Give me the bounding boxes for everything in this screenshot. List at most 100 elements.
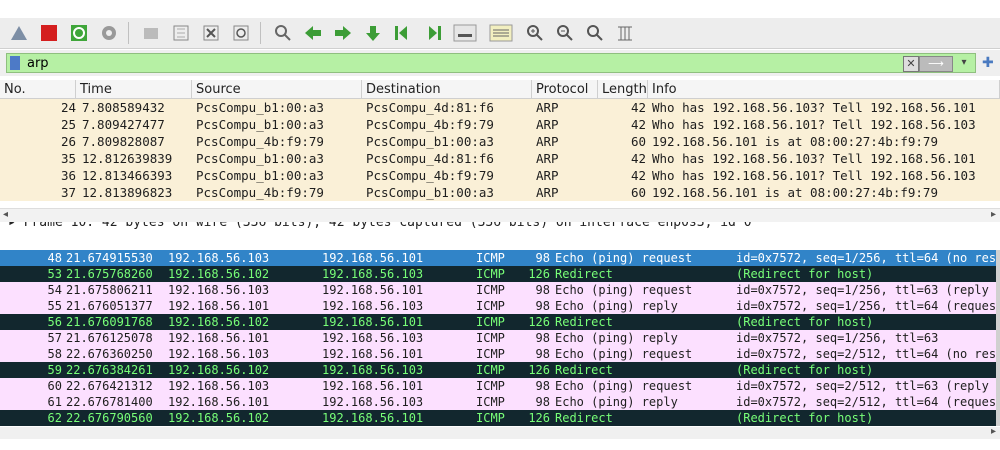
back-icon[interactable] <box>302 22 324 44</box>
open-icon[interactable] <box>140 22 162 44</box>
bookmark-icon[interactable] <box>10 56 20 70</box>
cell-src: PcsCompu_4b:f9:79 <box>196 185 324 200</box>
cell-src: 192.168.56.103 <box>168 283 270 297</box>
cell-info: id=0x7572, seq=1/256, ttl=63 <box>736 331 939 345</box>
table-row[interactable]: 25 7.809427477 PcsCompu_b1:00:a3 PcsCompu_4… <box>0 116 1000 133</box>
chevron-down-icon[interactable]: ▾ <box>957 56 971 70</box>
table-row[interactable]: 58 22.676360250 192.168.56.103 192.168.56.1… <box>0 346 1000 362</box>
cell-type: Redirect <box>555 411 613 425</box>
cell-info: id=0x7572, seq=2/512, ttl=64 (no res <box>736 347 997 361</box>
cell-type: Echo (ping) request <box>555 379 693 393</box>
close-file-icon[interactable] <box>200 22 222 44</box>
table-row[interactable]: 37 12.813896823 PcsCompu_4b:f9:79 PcsCompu_… <box>0 184 1000 201</box>
add-filter-button-icon[interactable]: ✚ <box>982 55 994 71</box>
cell-time: 12.813466393 <box>82 168 173 183</box>
column-header-no[interactable]: No. <box>0 80 76 99</box>
save-icon[interactable] <box>170 22 192 44</box>
cell-len: 60 <box>630 134 646 149</box>
frame-summary-line[interactable]: ▸ Frame 10: 42 bytes on wire (336 bits),… <box>8 222 752 230</box>
cell-type: Echo (ping) reply <box>555 331 678 345</box>
cell-info: Who has 192.168.56.103? Tell 192.168.56.… <box>652 100 976 115</box>
cell-proto: ARP <box>536 168 559 183</box>
options-icon[interactable] <box>98 22 120 44</box>
cell-len: 98 <box>535 395 550 409</box>
column-header-source[interactable]: Source <box>192 80 362 99</box>
shark-fin-icon[interactable] <box>8 22 30 44</box>
autoscroll-icon[interactable] <box>452 22 478 44</box>
table-row[interactable]: 54 21.675806211 192.168.56.103 192.168.56.1… <box>0 282 1000 298</box>
cell-src: 192.168.56.103 <box>168 251 270 265</box>
table-row[interactable]: 61 22.676781400 192.168.56.101 192.168.56.1… <box>0 394 1000 410</box>
cell-no: 24 <box>60 100 76 115</box>
apply-filter-icon[interactable]: ⟶ <box>919 56 953 72</box>
last-icon[interactable] <box>422 22 444 44</box>
table-row[interactable]: 56 21.676091768 192.168.56.102 192.168.56.1… <box>0 314 1000 330</box>
cell-info: (Redirect for host) <box>736 315 874 329</box>
zoom-normal-icon[interactable] <box>584 22 606 44</box>
table-row[interactable]: 60 22.676421312 192.168.56.103 192.168.56.1… <box>0 378 1000 394</box>
scroll-left-icon[interactable]: ◂ <box>3 209 8 220</box>
cell-info: 192.168.56.101 is at 08:00:27:4b:f9:79 <box>652 185 938 200</box>
table-row[interactable]: 53 21.675768260 192.168.56.102 192.168.56.1… <box>0 266 1000 282</box>
cell-info: (Redirect for host) <box>736 411 874 425</box>
vertical-scrollbar[interactable] <box>996 250 1000 426</box>
clear-filter-icon[interactable]: ✕ <box>903 56 919 72</box>
cell-src: 192.168.56.103 <box>168 347 270 361</box>
column-header-destination[interactable]: Destination <box>362 80 532 99</box>
cell-time: 7.808589432 <box>82 100 165 115</box>
table-row[interactable]: 35 12.812639839 PcsCompu_b1:00:a3 PcsCompu_… <box>0 150 1000 167</box>
table-row[interactable]: 55 21.676051377 192.168.56.101 192.168.56.1… <box>0 298 1000 314</box>
table-row[interactable]: 36 12.813466393 PcsCompu_b1:00:a3 PcsCompu_… <box>0 167 1000 184</box>
cell-dst: PcsCompu_4d:81:f6 <box>366 100 494 115</box>
display-filter-input[interactable] <box>27 54 887 72</box>
cell-time: 21.675768260 <box>66 267 153 281</box>
cell-no: 48 <box>47 251 62 265</box>
horizontal-scrollbar-bottom[interactable]: ▸ <box>0 426 1000 439</box>
cell-info: Who has 192.168.56.101? Tell 192.168.56.… <box>652 117 976 132</box>
scroll-right-icon[interactable]: ▸ <box>991 209 996 220</box>
cell-time: 12.812639839 <box>82 151 173 166</box>
main-toolbar <box>0 18 1000 49</box>
cell-time: 22.676384261 <box>66 363 153 377</box>
stop-icon[interactable] <box>38 22 60 44</box>
horizontal-scrollbar[interactable]: ◂ ▸ <box>0 208 1000 223</box>
cell-len: 98 <box>535 251 550 265</box>
zoom-in-icon[interactable] <box>524 22 546 44</box>
column-header-time[interactable]: Time <box>76 80 192 99</box>
table-row[interactable]: 57 21.676125078 192.168.56.101 192.168.56.1… <box>0 330 1000 346</box>
table-row[interactable]: 24 7.808589432 PcsCompu_b1:00:a3 PcsCompu_4… <box>0 99 1000 116</box>
cell-len: 42 <box>630 117 646 132</box>
column-header-info[interactable]: Info <box>648 80 1000 99</box>
table-row[interactable]: 59 22.676384261 192.168.56.102 192.168.56.1… <box>0 362 1000 378</box>
reload-icon[interactable] <box>230 22 252 44</box>
colorize-icon[interactable] <box>488 22 514 44</box>
cell-len: 42 <box>630 100 646 115</box>
cell-proto: ICMP <box>476 331 505 345</box>
column-header-protocol[interactable]: Protocol <box>532 80 598 99</box>
table-row[interactable]: 48 21.674915530 192.168.56.103 192.168.56.1… <box>0 250 1000 266</box>
cell-src: 192.168.56.101 <box>168 395 270 409</box>
display-filter-field: ✕ ⟶ ▾ <box>6 53 976 73</box>
resize-columns-icon[interactable] <box>614 22 636 44</box>
cell-len: 98 <box>535 379 550 393</box>
scroll-right-icon[interactable]: ▸ <box>991 426 996 437</box>
column-header-length[interactable]: Length <box>598 80 648 99</box>
cell-len: 98 <box>535 331 550 345</box>
table-row[interactable]: 26 7.809828087 PcsCompu_4b:f9:79 PcsCompu_b… <box>0 133 1000 150</box>
table-row[interactable]: 62 22.676790560 192.168.56.102 192.168.56.1… <box>0 410 1000 426</box>
cell-len: 98 <box>535 299 550 313</box>
cell-time: 12.813896823 <box>82 185 173 200</box>
find-icon[interactable] <box>272 22 294 44</box>
cell-len: 126 <box>528 411 550 425</box>
restart-icon[interactable] <box>68 22 90 44</box>
first-icon[interactable] <box>392 22 414 44</box>
cell-src: 192.168.56.103 <box>168 379 270 393</box>
cell-dst: PcsCompu_4b:f9:79 <box>366 168 494 183</box>
cell-src: 192.168.56.102 <box>168 267 270 281</box>
goto-icon[interactable] <box>362 22 384 44</box>
cell-no: 59 <box>47 363 62 377</box>
forward-icon[interactable] <box>332 22 354 44</box>
cell-src: PcsCompu_b1:00:a3 <box>196 117 324 132</box>
cell-no: 58 <box>47 347 62 361</box>
zoom-out-icon[interactable] <box>554 22 576 44</box>
